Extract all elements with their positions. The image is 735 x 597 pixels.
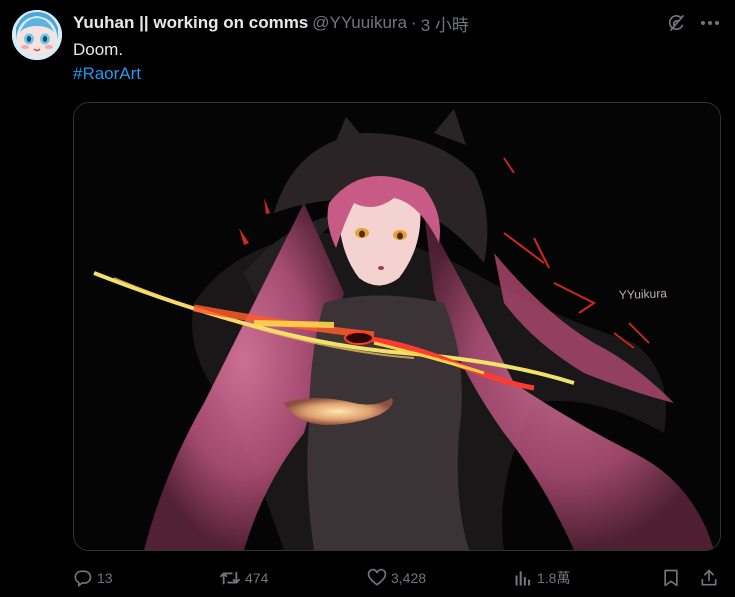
reply-icon (73, 568, 93, 588)
grok-icon (666, 13, 686, 33)
views-icon (513, 568, 533, 588)
hashtag-link[interactable]: #RaorArt (73, 62, 141, 86)
user-handle[interactable]: @YYuuikura (312, 13, 407, 33)
display-name[interactable]: Yuuhan || working on comms (73, 13, 308, 33)
grok-button[interactable] (664, 11, 688, 35)
bookmark-button[interactable] (661, 566, 681, 590)
tweet-header: Yuuhan || working on comms @YYuuikura · … (73, 11, 469, 36)
tweet-image[interactable]: YYuikura (73, 102, 721, 551)
more-button[interactable] (697, 11, 723, 35)
retweet-count: 474 (245, 570, 269, 586)
like-count: 3,428 (391, 570, 427, 586)
timestamp[interactable]: 3 小時 (421, 11, 469, 36)
more-icon (700, 20, 720, 26)
share-button[interactable] (699, 566, 719, 590)
retweet-icon (219, 568, 241, 588)
tweet-text: Doom. (73, 40, 124, 59)
tweet-actions: 13 474 3,428 1.8萬 (73, 566, 723, 590)
artist-watermark: YYuikura (619, 286, 668, 302)
retweet-button[interactable]: 474 (219, 566, 268, 590)
reply-button[interactable]: 13 (73, 566, 113, 590)
avatar[interactable] (12, 10, 62, 60)
share-icon (699, 568, 719, 588)
heart-icon (367, 568, 387, 588)
separator-dot: · (411, 13, 417, 32)
tweet: Yuuhan || working on comms @YYuuikura · … (0, 0, 735, 597)
reply-count: 13 (97, 570, 113, 586)
bookmark-icon (661, 568, 681, 588)
views-count: 1.8萬 (537, 570, 571, 586)
views-button[interactable]: 1.8萬 (513, 566, 570, 590)
like-button[interactable]: 3,428 (367, 566, 426, 590)
